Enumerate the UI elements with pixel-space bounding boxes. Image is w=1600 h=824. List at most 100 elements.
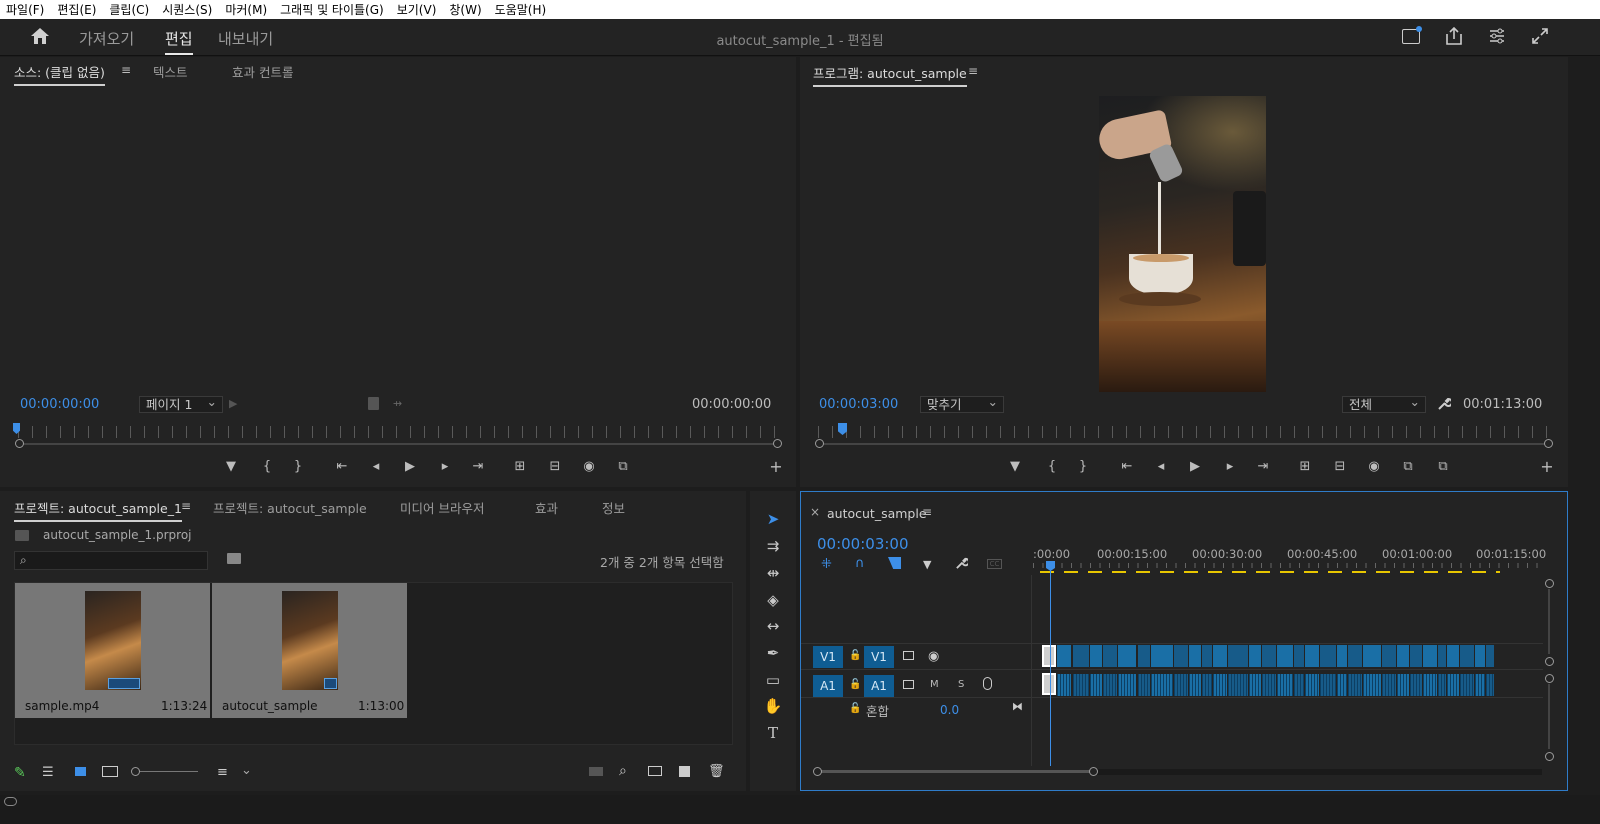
- a1-clip[interactable]: [1189, 674, 1201, 696]
- program-mark-in-icon[interactable]: {: [1043, 459, 1061, 474]
- a1-clip[interactable]: [1103, 674, 1117, 696]
- menu-edit[interactable]: 편집(E): [57, 1, 96, 18]
- find-icon[interactable]: ⌕: [619, 763, 627, 779]
- a1-clip[interactable]: [1262, 674, 1276, 696]
- a1-clip[interactable]: [1294, 674, 1304, 696]
- source-step-forward-icon[interactable]: ▸: [436, 459, 454, 474]
- vertical-scroll-track[interactable]: [1548, 589, 1550, 654]
- fit-select[interactable]: 맞추기: [920, 394, 1004, 413]
- a1-clip[interactable]: [1249, 674, 1261, 696]
- v1-clip[interactable]: [1438, 645, 1446, 667]
- add-marker-icon[interactable]: ▼: [923, 558, 931, 571]
- program-go-to-out-icon[interactable]: ⇥: [1254, 459, 1272, 474]
- pen-icon[interactable]: ✒: [760, 642, 786, 664]
- track-select-icon[interactable]: ⇉: [760, 535, 786, 557]
- automate-icon[interactable]: [589, 767, 603, 776]
- a1-clip[interactable]: [1337, 674, 1347, 696]
- program-add-button-icon[interactable]: +: [1538, 457, 1556, 476]
- source-time-ruler[interactable]: [18, 426, 778, 438]
- source-timecode-current[interactable]: 00:00:00:00: [20, 397, 99, 412]
- source-step-back-icon[interactable]: ◂: [367, 459, 385, 474]
- pencil-icon[interactable]: ✎: [14, 765, 26, 781]
- program-export-frame-icon[interactable]: ◉: [1365, 459, 1383, 474]
- tab-source[interactable]: 소스: (클립 없음): [14, 62, 105, 86]
- new-bin-icon[interactable]: [648, 766, 662, 776]
- a1-sync-icon[interactable]: [903, 680, 914, 689]
- v1-clip[interactable]: [1174, 645, 1188, 667]
- a1-lock-icon[interactable]: 🔓: [849, 679, 861, 690]
- horizontal-scroll-track[interactable]: [1094, 769, 1542, 775]
- mix-lock-icon[interactable]: 🔓: [849, 703, 861, 714]
- v1-clip[interactable]: [1249, 645, 1261, 667]
- vertical-scroll-track-audio[interactable]: [1548, 684, 1550, 749]
- quick-export-icon[interactable]: [1402, 26, 1422, 44]
- source-add-button-icon[interactable]: +: [767, 457, 785, 476]
- source-menu-icon[interactable]: ≡: [121, 63, 131, 77]
- v1-clip[interactable]: [1213, 645, 1227, 667]
- selection-tool-icon[interactable]: ➤: [760, 508, 786, 530]
- program-go-to-in-icon[interactable]: ⇤: [1118, 459, 1136, 474]
- source-play-icon[interactable]: ▶: [401, 459, 419, 474]
- tab-effect-controls[interactable]: 효과 컨트롤: [232, 62, 293, 81]
- project-menu-icon[interactable]: ≡: [181, 499, 191, 513]
- program-play-icon[interactable]: ▶: [1186, 459, 1204, 474]
- source-go-to-out-icon[interactable]: ⇥: [469, 459, 487, 474]
- timeline-playhead[interactable]: [1050, 561, 1051, 766]
- a1-mic-icon[interactable]: [983, 677, 992, 690]
- timeline-time-ruler[interactable]: [1033, 563, 1543, 568]
- hand-icon[interactable]: ✋: [760, 695, 786, 717]
- a1-clip[interactable]: [1213, 674, 1227, 696]
- tab-media-browser[interactable]: 미디어 브라우저: [400, 498, 484, 517]
- project-item-autocut-sample[interactable]: autocut_sample 1:13:00: [212, 583, 407, 718]
- a1-clip[interactable]: [1151, 674, 1173, 696]
- a1-selected-clip[interactable]: [1042, 673, 1056, 695]
- list-view-icon[interactable]: ☰: [42, 765, 54, 780]
- v1-clip[interactable]: [1118, 645, 1136, 667]
- v1-clip[interactable]: [1397, 645, 1409, 667]
- track-v1[interactable]: V1: [864, 646, 894, 668]
- source-insert-icon[interactable]: ⊞: [511, 459, 529, 474]
- project-search-input[interactable]: [14, 551, 208, 570]
- program-wrench-icon[interactable]: [1437, 397, 1453, 411]
- find-bin-icon[interactable]: [227, 553, 241, 564]
- source-export-frame-icon[interactable]: ◉: [580, 459, 598, 474]
- menu-marker[interactable]: 마커(M): [225, 1, 267, 18]
- source-marker-icon[interactable]: ▼: [222, 459, 240, 474]
- zoom-slider-handle[interactable]: [131, 767, 140, 776]
- playback-quality-select[interactable]: 전체: [1342, 394, 1426, 413]
- program-comparison-view-icon[interactable]: ⧉: [1399, 459, 1417, 474]
- a1-clip[interactable]: [1410, 674, 1422, 696]
- source-track-v1[interactable]: V1: [813, 646, 843, 668]
- v1-clip[interactable]: [1460, 645, 1474, 667]
- close-icon[interactable]: ×: [810, 505, 820, 519]
- program-step-forward-icon[interactable]: ▸: [1221, 459, 1239, 474]
- tab-info[interactable]: 정보: [602, 498, 625, 517]
- source-go-to-in-icon[interactable]: ⇤: [333, 459, 351, 474]
- page-next-icon[interactable]: ▶: [229, 397, 237, 410]
- v1-clip[interactable]: [1138, 645, 1150, 667]
- a1-clip[interactable]: [1174, 674, 1188, 696]
- slip-icon[interactable]: ↔: [760, 615, 786, 637]
- a1-clip[interactable]: [1438, 674, 1446, 696]
- source-zoom-handle-right[interactable]: [773, 439, 782, 448]
- v1-eye-icon[interactable]: ◉: [928, 649, 939, 664]
- icon-view-icon[interactable]: [75, 767, 86, 776]
- project-item-sample-mp4[interactable]: sample.mp4 1:13:24: [15, 583, 210, 718]
- a1-clip[interactable]: [1397, 674, 1409, 696]
- a1-clip[interactable]: [1057, 674, 1071, 696]
- program-timecode-current[interactable]: 00:00:03:00: [819, 397, 898, 412]
- horizontal-zoom-right[interactable]: [1089, 767, 1098, 776]
- menu-file[interactable]: 파일(F): [6, 1, 44, 18]
- snap-magnet-icon[interactable]: ∩: [855, 556, 865, 571]
- horizontal-zoom-left[interactable]: [813, 767, 822, 776]
- program-video-frame[interactable]: [1099, 96, 1266, 392]
- new-item-icon[interactable]: [679, 766, 690, 777]
- v1-clip[interactable]: [1202, 645, 1212, 667]
- v1-lock-icon[interactable]: 🔓: [849, 650, 861, 661]
- v1-clip[interactable]: [1320, 645, 1336, 667]
- sort-icon[interactable]: ≡: [217, 765, 228, 780]
- sort-dropdown-icon[interactable]: ⌄: [241, 763, 252, 778]
- a1-clip[interactable]: [1090, 674, 1102, 696]
- timeline-menu-icon[interactable]: ≡: [922, 505, 932, 519]
- v1-sync-icon[interactable]: [903, 651, 914, 660]
